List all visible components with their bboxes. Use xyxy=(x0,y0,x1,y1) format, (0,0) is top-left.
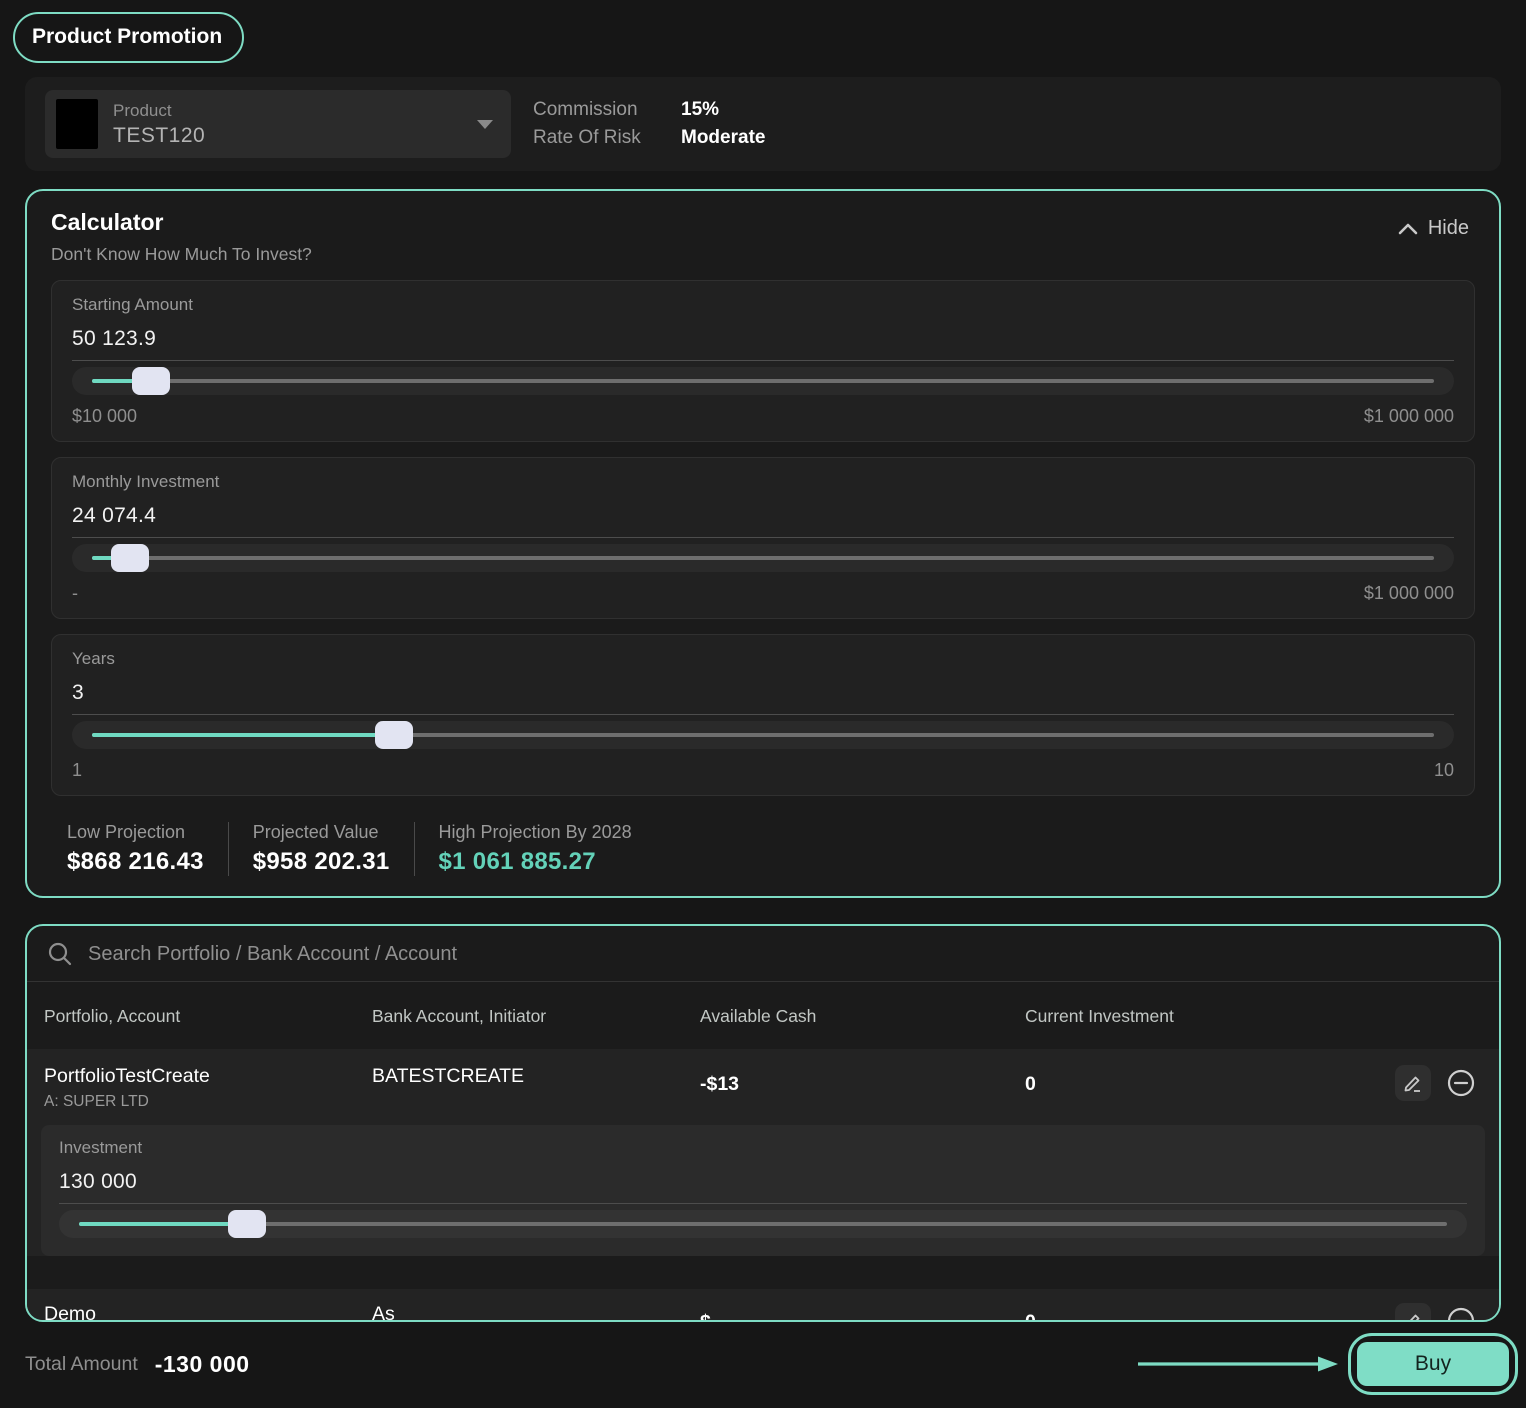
edit-pencil-icon xyxy=(1403,1311,1423,1322)
input-underline xyxy=(59,1203,1467,1204)
slider-min-label: 1 xyxy=(72,760,82,781)
current-investment-value: 0 xyxy=(1025,1065,1345,1096)
annotation-arrow-icon xyxy=(1136,1352,1340,1376)
remove-row-button[interactable] xyxy=(1443,1303,1479,1322)
product-info: Commission 15% Rate Of Risk Moderate xyxy=(533,99,765,149)
slider-handle[interactable] xyxy=(375,721,413,749)
slider-min-label: $10 000 xyxy=(72,406,137,427)
slider-handle[interactable] xyxy=(132,367,170,395)
starting-amount-field: Starting Amount 50 123.9 $10 000 $1 000 … xyxy=(51,280,1475,442)
high-projection-label: High Projection By 2028 xyxy=(439,822,632,843)
buy-button-highlight-ring: Buy xyxy=(1348,1333,1518,1395)
column-available-cash: Available Cash xyxy=(700,1006,1025,1027)
risk-label: Rate Of Risk xyxy=(533,127,681,149)
risk-value: Moderate xyxy=(681,127,765,149)
starting-amount-label: Starting Amount xyxy=(72,295,1454,315)
bank-account-name: As xyxy=(372,1303,700,1322)
current-investment-value: 0 xyxy=(1025,1303,1345,1322)
low-projection-label: Low Projection xyxy=(67,822,204,843)
slider-max-label: $1 000 000 xyxy=(1364,583,1454,604)
account-name: A: SUPER LTD xyxy=(44,1093,372,1111)
minus-circle-icon xyxy=(1446,1068,1476,1098)
search-icon xyxy=(47,941,73,967)
portfolio-table-section: Search Portfolio / Bank Account / Accoun… xyxy=(25,924,1501,1322)
input-underline xyxy=(72,360,1454,361)
input-underline xyxy=(72,714,1454,715)
product-select-value: TEST120 xyxy=(113,124,205,148)
high-projection: High Projection By 2028 $1 061 885.27 xyxy=(414,822,656,876)
slider-handle[interactable] xyxy=(111,544,149,572)
table-row: PortfolioTestCreate A: SUPER LTD BATESTC… xyxy=(27,1049,1499,1256)
years-label: Years xyxy=(72,649,1454,669)
slider-track[interactable] xyxy=(92,733,1434,737)
available-cash-value: $ xyxy=(700,1303,1025,1322)
slider-track[interactable] xyxy=(92,556,1434,560)
monthly-investment-input[interactable]: 24 074.4 xyxy=(72,504,1454,528)
low-projection-value: $868 216.43 xyxy=(67,848,204,876)
table-header: Portfolio, Account Bank Account, Initiat… xyxy=(27,982,1499,1049)
projected-value-label: Projected Value xyxy=(253,822,390,843)
starting-amount-input[interactable]: 50 123.9 xyxy=(72,327,1454,351)
low-projection: Low Projection $868 216.43 xyxy=(51,822,228,876)
commission-label: Commission xyxy=(533,99,681,121)
column-portfolio-account: Portfolio, Account xyxy=(44,1006,372,1027)
column-bank-account-initiator: Bank Account, Initiator xyxy=(372,1006,700,1027)
projected-value-value: $958 202.31 xyxy=(253,848,390,876)
calculator-subtitle: Don't Know How Much To Invest? xyxy=(51,244,312,265)
total-amount-label: Total Amount xyxy=(25,1353,138,1376)
row-divider xyxy=(27,1272,1499,1289)
high-projection-value: $1 061 885.27 xyxy=(439,848,632,876)
calculator-section: Calculator Don't Know How Much To Invest… xyxy=(25,189,1501,898)
edit-investment-button[interactable] xyxy=(1395,1065,1431,1101)
monthly-investment-label: Monthly Investment xyxy=(72,472,1454,492)
slider-fill xyxy=(92,733,394,737)
monthly-investment-slider[interactable] xyxy=(72,544,1454,572)
hide-label: Hide xyxy=(1428,217,1469,240)
product-select-label: Product xyxy=(113,101,205,121)
years-slider[interactable] xyxy=(72,721,1454,749)
investment-slider[interactable] xyxy=(59,1210,1467,1238)
slider-track[interactable] xyxy=(79,1222,1447,1226)
chevron-up-icon xyxy=(1398,223,1418,235)
slider-fill xyxy=(79,1222,247,1226)
hide-toggle-button[interactable]: Hide xyxy=(1398,217,1469,240)
portfolio-name: PortfolioTestCreate xyxy=(44,1065,372,1088)
buy-button[interactable]: Buy xyxy=(1357,1342,1509,1386)
product-thumbnail xyxy=(56,99,98,149)
slider-min-label: - xyxy=(72,583,78,604)
projections-row: Low Projection $868 216.43 Projected Val… xyxy=(51,822,1475,876)
slider-track[interactable] xyxy=(92,379,1434,383)
input-underline xyxy=(72,537,1454,538)
slider-max-label: $1 000 000 xyxy=(1364,406,1454,427)
slider-handle[interactable] xyxy=(228,1210,266,1238)
minus-circle-icon xyxy=(1446,1306,1476,1322)
column-current-investment: Current Investment xyxy=(1025,1006,1345,1027)
portfolio-name: Demo xyxy=(44,1303,372,1322)
calculator-title: Calculator xyxy=(51,209,312,236)
footer-bar: Total Amount -130 000 Buy xyxy=(25,1322,1518,1406)
page-title: Product Promotion xyxy=(13,12,244,63)
bank-account-name: BATESTCREATE xyxy=(372,1065,700,1088)
investment-input[interactable]: 130 000 xyxy=(59,1170,1467,1194)
search-input[interactable]: Search Portfolio / Bank Account / Accoun… xyxy=(88,943,457,966)
projected-value: Projected Value $958 202.31 xyxy=(228,822,414,876)
investment-panel: Investment 130 000 xyxy=(41,1125,1485,1256)
commission-value: 15% xyxy=(681,99,765,121)
investment-label: Investment xyxy=(59,1138,1467,1158)
table-row: Demo As $ 0 xyxy=(27,1289,1499,1322)
years-field: Years 3 1 10 xyxy=(51,634,1475,796)
product-bar: Product TEST120 Commission 15% Rate Of R… xyxy=(25,77,1501,171)
remove-row-button[interactable] xyxy=(1443,1065,1479,1101)
starting-amount-slider[interactable] xyxy=(72,367,1454,395)
years-input[interactable]: 3 xyxy=(72,681,1454,705)
total-amount-value: -130 000 xyxy=(155,1351,250,1378)
edit-pencil-icon xyxy=(1403,1073,1423,1093)
slider-max-label: 10 xyxy=(1434,760,1454,781)
monthly-investment-field: Monthly Investment 24 074.4 - $1 000 000 xyxy=(51,457,1475,619)
search-bar[interactable]: Search Portfolio / Bank Account / Accoun… xyxy=(27,926,1499,982)
chevron-down-icon xyxy=(477,120,493,129)
product-select[interactable]: Product TEST120 xyxy=(45,90,511,158)
edit-investment-button[interactable] xyxy=(1395,1303,1431,1322)
available-cash-value: -$13 xyxy=(700,1065,1025,1096)
